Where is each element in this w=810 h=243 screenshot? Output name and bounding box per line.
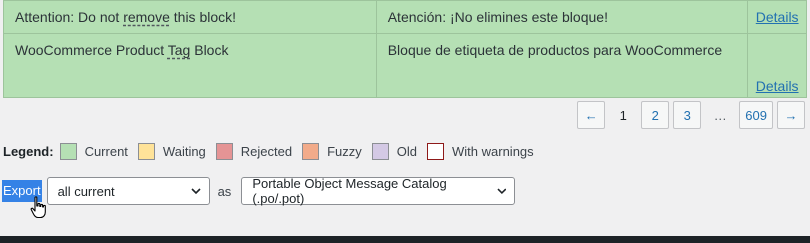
table-row: WooCommerce Product Tag Block Bloque de … (3, 33, 807, 98)
pagination: ← 1 2 3 … 609 → (577, 101, 805, 129)
export-row: Export all current as Portable Object Me… (2, 176, 516, 206)
details-link[interactable]: Details (756, 78, 799, 94)
legend-item-label: Old (396, 144, 418, 159)
legend-swatch (302, 143, 320, 160)
legend-swatch (59, 143, 77, 160)
legend-swatch (427, 143, 445, 160)
legend-swatch (215, 143, 233, 160)
last-page-button[interactable]: 609 (739, 101, 773, 129)
legend-item-label: Rejected (240, 144, 293, 159)
page-3-button[interactable]: 3 (673, 101, 702, 129)
legend-item-label: With warnings (452, 144, 534, 159)
original-text: Attention: Do not (15, 9, 124, 25)
legend-label: Legend: (3, 144, 54, 159)
legend-item-waiting: Waiting (137, 143, 206, 160)
legend-item-rejected: Rejected (215, 143, 293, 160)
original-cell: WooCommerce Product Tag Block (3, 33, 377, 98)
legend-item-label: Fuzzy (327, 144, 362, 159)
original-text: Block (190, 42, 229, 58)
export-filter-value: all current (57, 183, 115, 199)
hand-pointer-icon (30, 196, 46, 219)
legend-swatch (371, 143, 389, 160)
export-format-select[interactable]: Portable Object Message Catalog (.po/.po… (241, 176, 516, 206)
details-cell: Details (747, 33, 807, 98)
export-format-value: Portable Object Message Catalog (.po/.po… (252, 176, 447, 206)
original-text: WooCommerce Product (15, 42, 168, 58)
legend-swatch (137, 143, 155, 160)
export-filter-select[interactable]: all current (46, 177, 210, 205)
pagination-ellipsis: … (713, 107, 727, 123)
legend: Legend: Current Waiting Rejected Fuzzy O… (3, 143, 544, 160)
prev-page-button[interactable]: ← (577, 101, 606, 129)
next-page-button[interactable]: → (777, 101, 805, 129)
page-2-button[interactable]: 2 (641, 101, 670, 129)
chevron-down-icon (496, 188, 506, 195)
footer-bar (0, 236, 810, 243)
translations-table: Attention: Do not remove this block! Ate… (3, 0, 807, 98)
original-cell: Attention: Do not remove this block! (3, 0, 377, 34)
details-link[interactable]: Details (756, 9, 799, 25)
table-row: Attention: Do not remove this block! Ate… (3, 0, 807, 34)
glossary-term[interactable]: remove (123, 9, 170, 25)
legend-item-label: Waiting (162, 144, 206, 159)
current-page: 1 (619, 107, 627, 123)
legend-item-label: Current (84, 144, 128, 159)
chevron-down-icon (191, 188, 201, 195)
translation-cell: Atención: ¡No elimines este bloque! (375, 0, 749, 34)
translation-cell: Bloque de etiqueta de productos para Woo… (375, 33, 749, 98)
details-cell: Details (747, 0, 807, 34)
legend-item-current: Current (59, 143, 128, 160)
glossary-term[interactable]: Tag (168, 42, 191, 58)
legend-item-fuzzy: Fuzzy (302, 143, 362, 160)
legend-item-old: Old (371, 143, 418, 160)
as-label: as (217, 183, 232, 199)
original-text: this block! (169, 9, 237, 25)
legend-item-warnings: With warnings (427, 143, 534, 160)
